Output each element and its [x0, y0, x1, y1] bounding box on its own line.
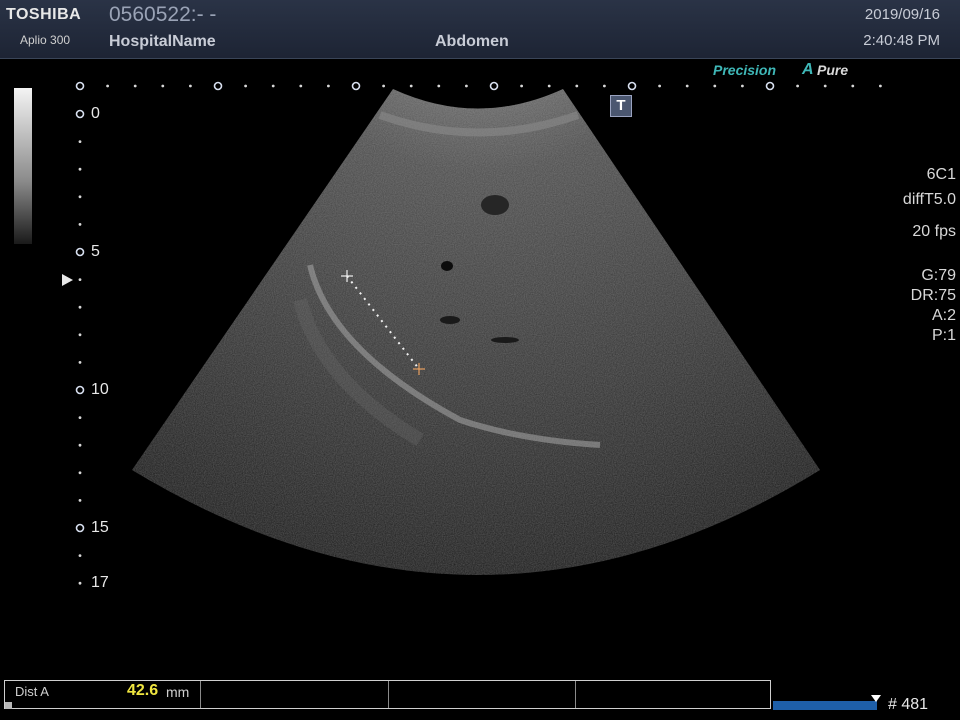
lateral-scale-dot	[713, 84, 717, 88]
measurement-name: Dist A	[15, 684, 49, 699]
lateral-scale-dot	[765, 81, 775, 91]
lateral-scale-dot	[437, 84, 441, 88]
dynamic-range: DR:75	[910, 287, 956, 304]
param-p: P:1	[931, 327, 956, 344]
lateral-scale	[75, 81, 882, 91]
lateral-scale-dot	[520, 84, 523, 88]
depth-scale	[75, 109, 85, 585]
depth-scale-dot	[78, 416, 82, 419]
depth-scale-dot	[78, 554, 82, 557]
measurement-table: Dist A 42.6 mm	[4, 680, 771, 709]
frame-rate: 20 fps	[912, 223, 956, 240]
depth-scale-dot	[78, 140, 82, 144]
focus-marker-icon[interactable]	[62, 274, 73, 286]
probe-name: 6C1	[926, 166, 956, 183]
ultrasound-image	[75, 81, 882, 585]
depth-scale-dot	[78, 581, 82, 585]
cine-progress-bar[interactable]	[773, 701, 877, 710]
lateral-scale-dot	[489, 81, 499, 91]
depth-scale-dot	[78, 195, 82, 199]
depth-scale-dot	[78, 499, 82, 502]
depth-scale-dot	[75, 385, 85, 395]
lateral-scale-dot	[133, 84, 137, 88]
cine-position-icon[interactable]	[871, 695, 881, 702]
measurement-cell[interactable]: Dist A 42.6 mm	[5, 681, 202, 708]
frame-number: # 481	[888, 696, 929, 713]
t-marker-icon[interactable]: T	[610, 95, 632, 117]
depth-label-15: 15	[91, 519, 109, 536]
measurement-cell-empty[interactable]	[576, 681, 770, 708]
depth-scale-dot	[75, 247, 85, 257]
measurement-cell-empty[interactable]	[389, 681, 576, 708]
imaging-mode: diffT5.0	[902, 191, 956, 208]
lateral-scale-dot	[823, 84, 827, 88]
lateral-scale-dot	[75, 81, 85, 91]
lateral-scale-dot	[213, 81, 223, 91]
measurement-value: 42.6	[127, 682, 159, 699]
lateral-scale-dot	[547, 84, 551, 88]
lateral-scale-dot	[603, 84, 606, 88]
depth-scale-dot	[78, 361, 82, 364]
lateral-scale-dot	[299, 84, 303, 88]
depth-scale-dot	[78, 471, 82, 475]
lateral-scale-dot	[244, 84, 248, 88]
measurement-cell-empty[interactable]	[201, 681, 389, 708]
depth-label-10: 10	[91, 381, 109, 398]
lateral-scale-dot	[351, 81, 361, 91]
lateral-scale-dot	[851, 84, 855, 88]
status-square-icon	[5, 702, 12, 709]
measurement-unit: mm	[166, 684, 190, 700]
depth-scale-dot	[75, 523, 85, 533]
lateral-scale-dot	[382, 84, 385, 88]
depth-scale-dot	[78, 305, 82, 309]
lateral-scale-dot	[627, 81, 637, 91]
lateral-scale-dot	[327, 84, 330, 88]
depth-label-17: 17	[91, 574, 109, 591]
depth-scale-dot	[78, 333, 82, 337]
depth-label-5: 5	[91, 243, 100, 260]
lateral-scale-dot	[106, 84, 109, 88]
param-a: A:2	[931, 307, 956, 324]
lateral-scale-dot	[189, 84, 192, 88]
lateral-scale-dot	[409, 84, 413, 88]
lateral-scale-dot	[658, 84, 661, 88]
lateral-scale-dot	[796, 84, 799, 88]
depth-scale-dot	[78, 443, 82, 447]
gain-value: G:79	[921, 267, 956, 284]
lateral-scale-dot	[465, 84, 468, 88]
lateral-scale-dot	[575, 84, 579, 88]
depth-label-0: 0	[91, 105, 100, 122]
lateral-scale-dot	[271, 84, 275, 88]
depth-scale-dot	[78, 223, 82, 226]
lateral-scale-dot	[161, 84, 165, 88]
depth-scale-dot	[78, 278, 82, 281]
depth-scale-dot	[75, 109, 85, 119]
lateral-scale-dot	[741, 84, 744, 88]
lateral-scale-dot	[879, 84, 882, 88]
lateral-scale-dot	[685, 84, 689, 88]
depth-scale-dot	[78, 167, 82, 171]
